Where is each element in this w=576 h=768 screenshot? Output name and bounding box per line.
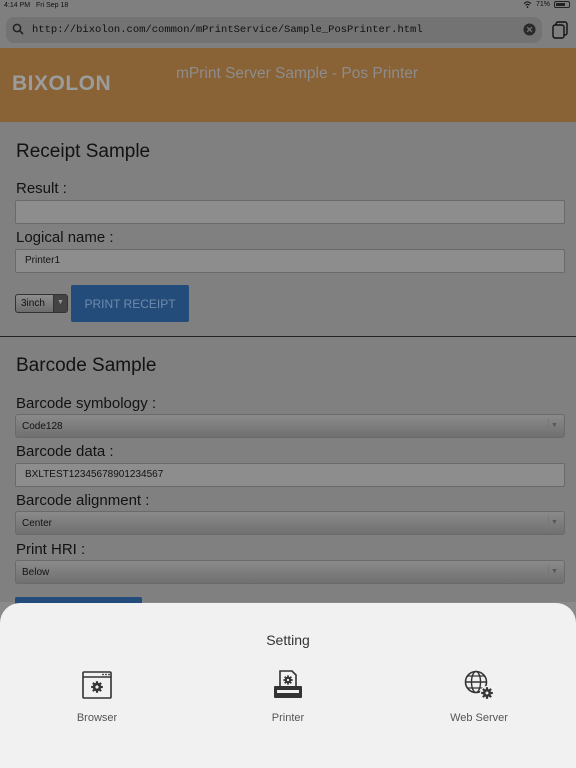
print-hri-label: Print HRI :: [16, 541, 86, 558]
barcode-data-label: Barcode data :: [16, 443, 114, 460]
bixolon-logo: BIXOLON: [12, 72, 112, 95]
barcode-alignment-value: Center: [22, 518, 53, 529]
barcode-data-field[interactable]: BXLTEST12345678901234567: [15, 463, 565, 487]
battery-icon: [554, 1, 570, 8]
barcode-symbology-label: Barcode symbology :: [16, 395, 157, 412]
url-text: http://bixolon.com/common/mPrintService/…: [32, 24, 423, 36]
chevron-down-icon: ▼: [53, 295, 67, 312]
browser-settings-option[interactable]: Browser: [37, 669, 157, 724]
logical-name-field[interactable]: Printer1: [15, 249, 565, 273]
result-label: Result :: [16, 180, 67, 197]
battery-percent: 71%: [535, 1, 550, 8]
print-receipt-button[interactable]: PRINT RECEIPT: [71, 285, 189, 322]
browser-option-label: Browser: [76, 712, 118, 724]
printer-settings-icon: [274, 670, 302, 698]
address-bar[interactable]: http://bixolon.com/common/mPrintService/…: [6, 17, 542, 43]
paper-width-value: 3inch: [21, 298, 45, 309]
web-server-option-label: Web Server: [450, 712, 508, 724]
barcode-symbology-select[interactable]: Code128 ▼: [15, 414, 565, 438]
settings-sheet: Setting Browser Printer Web Server: [0, 603, 576, 768]
status-date: Fri Sep 18: [36, 2, 69, 9]
chevron-down-icon: ▼: [548, 516, 560, 530]
paper-width-select[interactable]: 3inch ▼: [15, 294, 68, 313]
section-divider: [0, 336, 576, 337]
printer-option-label: Printer: [271, 712, 305, 724]
logical-name-label: Logical name :: [16, 229, 114, 246]
barcode-alignment-select[interactable]: Center ▼: [15, 511, 565, 535]
printer-settings-option[interactable]: Printer: [228, 669, 348, 724]
tabs-icon[interactable]: [552, 21, 568, 39]
site-header: BIXOLON mPrint Server Sample - Pos Print…: [0, 48, 576, 122]
chevron-down-icon: ▼: [548, 419, 560, 433]
sheet-title: Setting: [266, 632, 310, 648]
browser-settings-icon: [82, 671, 112, 699]
chevron-down-icon: ▼: [548, 565, 560, 579]
clear-icon[interactable]: [523, 23, 536, 36]
print-hri-value: Below: [22, 567, 50, 578]
web-server-settings-icon: [464, 670, 494, 700]
receipt-section-title: Receipt Sample: [16, 141, 151, 162]
wifi-icon: [523, 1, 532, 8]
result-field[interactable]: [15, 200, 565, 224]
status-bar: 4:14 PM Fri Sep 18 71%: [0, 0, 576, 12]
search-icon: [12, 23, 24, 35]
browser-toolbar: http://bixolon.com/common/mPrintService/…: [0, 12, 576, 48]
barcode-section-title: Barcode Sample: [16, 355, 157, 376]
barcode-alignment-label: Barcode alignment :: [16, 492, 150, 509]
barcode-symbology-value: Code128: [22, 421, 63, 432]
print-hri-select[interactable]: Below ▼: [15, 560, 565, 584]
page-title: mPrint Server Sample - Pos Printer: [176, 65, 419, 82]
status-indicators: 71%: [523, 1, 570, 8]
status-time: 4:14 PM: [4, 2, 31, 9]
web-server-settings-option[interactable]: Web Server: [419, 669, 539, 724]
page-content: Receipt Sample Result : Logical name : P…: [0, 122, 576, 617]
